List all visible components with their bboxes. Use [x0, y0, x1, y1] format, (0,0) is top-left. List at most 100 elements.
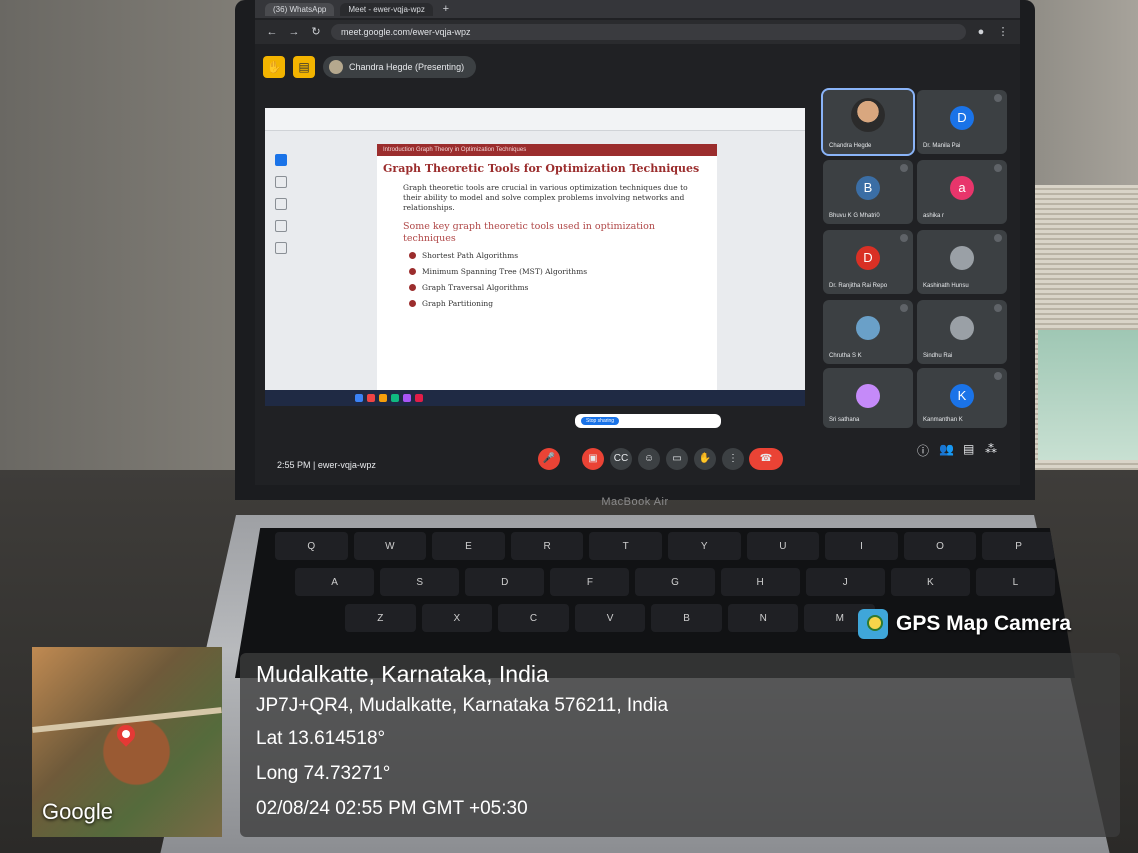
browser-tab-active[interactable]: Meet - ewer-vqja-wpz: [340, 2, 433, 16]
keyboard-row: A S D F G H J K L: [235, 564, 1075, 600]
new-tab-icon[interactable]: +: [439, 2, 453, 16]
app-icon[interactable]: [367, 394, 375, 402]
pdf-viewer-toolbar: [265, 108, 805, 131]
participant-tile[interactable]: D Dr. Manila Pai: [917, 90, 1007, 154]
leave-call-button[interactable]: ☎: [749, 448, 783, 470]
tool-list: Shortest Path Algorithms Minimum Spannin…: [409, 251, 717, 308]
list-item: Minimum Spanning Tree (MST) Algorithms: [409, 267, 717, 276]
stop-sharing-button[interactable]: Stop sharing: [581, 417, 620, 425]
list-item-text: Shortest Path Algorithms: [422, 251, 519, 261]
more-options-button[interactable]: ⋮: [722, 448, 744, 470]
people-icon[interactable]: 👥: [939, 442, 954, 456]
thumbnail-icon[interactable]: [275, 154, 287, 166]
key: C: [498, 604, 569, 632]
device-label: MacBook Air: [601, 496, 669, 508]
profile-icon[interactable]: ●: [974, 25, 988, 39]
draw-icon[interactable]: [275, 176, 287, 188]
participant-avatar: D: [856, 246, 880, 270]
browser-urlbar: ← → ↻ meet.google.com/ewer-vqja-wpz ● ⋮: [255, 20, 1020, 44]
start-icon[interactable]: [355, 394, 363, 402]
captions-button[interactable]: CC: [610, 448, 632, 470]
key: V: [574, 604, 646, 632]
participant-name: Dr. Ranjitha Rai Repo: [829, 283, 888, 289]
search-icon[interactable]: [275, 242, 287, 254]
participant-tile[interactable]: Sindhu Rai: [917, 300, 1007, 364]
location-address: JP7J+QR4, Mudalkatte, Karnataka 576211, …: [256, 695, 669, 716]
participant-tile[interactable]: Chrutha S K: [823, 300, 913, 364]
presented-screen: Introduction Graph Theory in Optimizatio…: [265, 108, 805, 428]
mic-off-icon: [900, 164, 908, 172]
list-item-text: Minimum Spanning Tree (MST) Algorithms: [422, 267, 588, 277]
map-pin-icon: [113, 721, 139, 747]
menu-icon[interactable]: ⋮: [996, 25, 1010, 39]
gps-camera-brand: GPS Map Camera: [896, 612, 1072, 635]
participant-photo: [851, 98, 885, 132]
bullet-icon: [409, 252, 416, 260]
app-icon[interactable]: [415, 394, 423, 402]
list-item-text: Graph Partitioning: [422, 299, 494, 309]
key: L: [975, 568, 1055, 596]
app-icon[interactable]: [391, 394, 399, 402]
participant-tile[interactable]: Kashinath Hunsu: [917, 230, 1007, 294]
back-icon[interactable]: ←: [265, 25, 279, 39]
document-page: Introduction Graph Theory in Optimizatio…: [377, 144, 721, 428]
raise-hand-button[interactable]: ✋: [694, 448, 716, 470]
location-longitude: Long 74.73271°: [256, 763, 391, 784]
key: W: [353, 532, 427, 560]
emoji-button[interactable]: ☺: [638, 448, 660, 470]
participant-tile[interactable]: Sri sathana: [823, 368, 913, 428]
bullet-icon: [409, 268, 416, 276]
key: N: [727, 604, 799, 632]
meet-header: ✋ ▤ Chandra Hegde (Presenting): [255, 50, 1020, 84]
slide-banner: Introduction Graph Theory in Optimizatio…: [377, 144, 717, 156]
folder-icon[interactable]: [379, 394, 387, 402]
chat-icon[interactable]: ▤: [963, 442, 974, 456]
key: G: [635, 568, 715, 596]
highlight-icon[interactable]: [275, 198, 287, 210]
mic-off-icon: [994, 372, 1002, 380]
key: T: [589, 532, 662, 560]
activities-icon[interactable]: ⁂: [985, 442, 997, 456]
presenter-avatar: [329, 60, 343, 74]
participant-name: Bhuvu K G Mhatri0: [829, 213, 880, 219]
key: K: [890, 568, 970, 596]
participant-tile[interactable]: a ashika r: [917, 160, 1007, 224]
hand-icon[interactable]: ✋: [263, 56, 285, 78]
notes-icon[interactable]: ▤: [293, 56, 315, 78]
presenting-indicator[interactable]: Chandra Hegde (Presenting): [323, 56, 477, 78]
key: U: [746, 532, 820, 560]
bullet-icon: [409, 300, 416, 308]
participant-avatar: a: [950, 176, 974, 200]
app-icon[interactable]: [403, 394, 411, 402]
sharing-bar: Stop sharing: [575, 414, 721, 428]
slide-title: Graph Theoretic Tools for Optimization T…: [383, 162, 700, 175]
camera-off-button[interactable]: ▣: [582, 448, 604, 470]
participant-tile[interactable]: B Bhuvu K G Mhatri0: [823, 160, 913, 224]
key: P: [982, 532, 1055, 560]
mic-off-button[interactable]: 🎤: [538, 448, 560, 470]
key: R: [510, 532, 584, 560]
participant-tile[interactable]: D Dr. Ranjitha Rai Repo: [823, 230, 913, 294]
participant-avatar: D: [950, 106, 974, 130]
laptop-screen: (36) WhatsApp Meet - ewer-vqja-wpz + ← →…: [255, 0, 1020, 485]
zoom-icon[interactable]: [275, 220, 287, 232]
pdf-left-rail: [275, 154, 289, 264]
key: F: [550, 568, 630, 596]
browser-tab[interactable]: (36) WhatsApp: [265, 2, 335, 16]
participant-tile[interactable]: K Kanmanthan K: [917, 368, 1007, 428]
forward-icon[interactable]: →: [287, 25, 301, 39]
meet-controls-bar: 2:55 PM | ewer-vqja-wpz 🎤 ▣ CC ☺ ▭ ✋ ⋮ ☎…: [255, 440, 1020, 476]
mic-off-icon: [994, 304, 1002, 312]
reload-icon[interactable]: ↻: [309, 25, 323, 39]
present-button[interactable]: ▭: [666, 448, 688, 470]
info-icon[interactable]: ⓘ: [917, 442, 929, 459]
address-bar[interactable]: meet.google.com/ewer-vqja-wpz: [331, 24, 966, 40]
participant-name: Chrutha S K: [829, 353, 862, 359]
meeting-time-code: 2:55 PM | ewer-vqja-wpz: [277, 460, 376, 470]
participant-tile[interactable]: Chandra Hegde: [821, 88, 915, 156]
participant-name: Kashinath Hunsu: [923, 283, 969, 289]
mic-off-icon: [900, 304, 908, 312]
key: X: [421, 604, 493, 632]
location-datetime: 02/08/24 02:55 PM GMT +05:30: [256, 798, 528, 819]
participant-photo: [856, 384, 880, 408]
